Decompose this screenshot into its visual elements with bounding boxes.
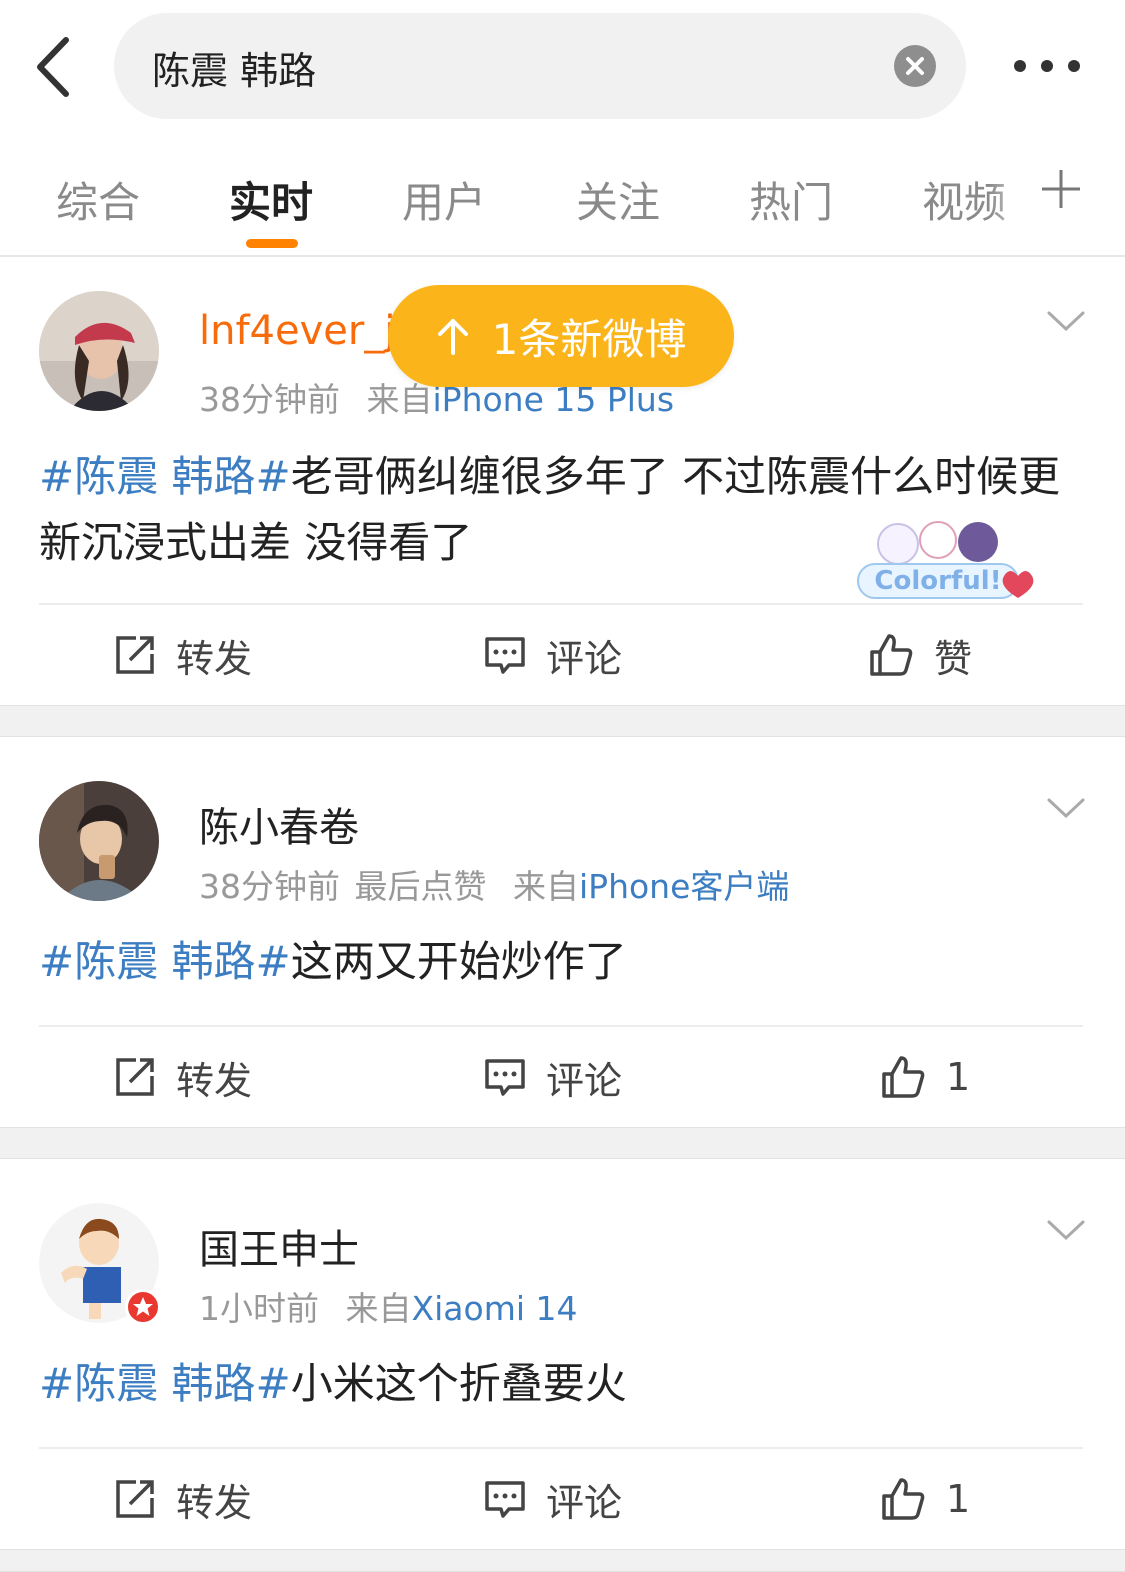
tab-general[interactable]: 综合 <box>56 169 140 230</box>
comment-icon <box>485 637 525 674</box>
chevron-down-icon <box>1047 1220 1085 1241</box>
post-content[interactable]: #陈震 韩路#老哥俩纠缠很多年了 不过陈震什么时候更新沉浸式出差 没得看了 <box>39 444 1089 576</box>
chevron-left-icon <box>37 37 69 97</box>
tab-users[interactable]: 用户 <box>402 169 486 230</box>
like-count: 1 <box>946 1477 971 1521</box>
post-extra: 最后点赞 <box>354 867 487 906</box>
search-bar[interactable]: 陈震 韩路 <box>114 13 966 119</box>
post-content[interactable]: #陈震 韩路#这两又开始炒作了 <box>39 929 1089 995</box>
post-time: 38分钟前 <box>199 380 340 419</box>
new-posts-label: 1条新微博 <box>491 314 687 364</box>
back-button[interactable] <box>30 34 86 100</box>
repost-button[interactable]: 转发 <box>114 605 252 705</box>
new-posts-button[interactable]: 1条新微博 <box>388 285 734 387</box>
comment-icon <box>485 1059 525 1096</box>
like-count: 1 <box>946 1055 971 1099</box>
topic-link[interactable]: #陈震 韩路# <box>39 937 291 986</box>
topic-link[interactable]: #陈震 韩路# <box>39 452 291 501</box>
section-gap <box>0 705 1125 737</box>
avatar-image <box>39 291 159 411</box>
avatar[interactable] <box>39 291 159 411</box>
repost-button[interactable]: 转发 <box>114 1449 252 1549</box>
post-time: 38分钟前 <box>199 867 340 906</box>
tab-realtime[interactable]: 实时 <box>229 169 313 230</box>
tab-following[interactable]: 关注 <box>576 169 660 230</box>
like-button[interactable]: 1 <box>880 1449 970 1549</box>
post-content[interactable]: #陈震 韩路#小米这个折叠要火 <box>39 1351 1089 1417</box>
post-source[interactable]: iPhone客户端 <box>579 867 789 906</box>
post-menu-button[interactable] <box>1046 1217 1086 1243</box>
repost-button[interactable]: 转发 <box>114 1027 252 1127</box>
username[interactable]: lnf4ever_j <box>199 308 395 354</box>
post-time: 1小时前 <box>199 1289 319 1328</box>
section-gap <box>0 1127 1125 1159</box>
post-source[interactable]: Xiaomi 14 <box>412 1289 578 1328</box>
thumbs-up-icon <box>870 634 913 676</box>
clear-search-button[interactable] <box>894 45 936 87</box>
source-prefix: 来自 <box>513 867 579 906</box>
tab-hot[interactable]: 热门 <box>749 169 833 230</box>
username[interactable]: 国王申士 <box>199 1217 359 1275</box>
source-prefix: 来自 <box>366 380 433 419</box>
comment-button[interactable]: 评论 <box>484 605 622 705</box>
username[interactable]: 陈小春卷 <box>199 795 359 853</box>
post-actions: 转发 评论 赞 <box>0 605 1125 705</box>
tab-bar: 综合 实时 用户 关注 热门 视频 <box>0 135 1125 257</box>
post-text: 小米这个折叠要火 <box>290 1359 627 1408</box>
comment-button[interactable]: 评论 <box>484 1027 622 1127</box>
active-tab-indicator <box>246 239 298 248</box>
like-button[interactable]: 1 <box>880 1027 970 1127</box>
add-tab-button[interactable] <box>1040 168 1082 210</box>
source-prefix: 来自 <box>345 1289 412 1328</box>
like-button[interactable]: 赞 <box>868 605 972 705</box>
repost-icon <box>116 636 154 674</box>
topic-link[interactable]: #陈震 韩路# <box>39 1359 291 1408</box>
section-gap <box>0 1549 1125 1572</box>
repost-icon <box>116 1480 154 1518</box>
close-icon <box>906 57 924 75</box>
post-actions: 转发 评论 1 <box>0 1449 1125 1549</box>
avatar[interactable] <box>39 781 159 901</box>
top-bar: 陈震 韩路 <box>0 0 1125 135</box>
avatar-image <box>39 781 159 901</box>
post-text: 这两又开始炒作了 <box>290 937 627 986</box>
post-meta: 1小时前 来自Xiaomi 14 <box>199 1282 577 1330</box>
chevron-down-icon <box>1047 798 1085 819</box>
arrow-up-icon <box>437 319 468 355</box>
post-card: 国王申士 1小时前 来自Xiaomi 14 #陈震 韩路#小米这个折叠要火 转发… <box>0 1159 1125 1549</box>
more-dots-icon <box>1014 60 1026 72</box>
repost-icon <box>116 1058 154 1096</box>
plus-icon <box>1042 170 1080 208</box>
post-menu-button[interactable] <box>1046 795 1086 821</box>
more-options-button[interactable] <box>1008 48 1088 88</box>
post-card: 陈小春卷 38分钟前 最后点赞 来自iPhone客户端 #陈震 韩路#这两又开始… <box>0 737 1125 1127</box>
comment-button[interactable]: 评论 <box>484 1449 622 1549</box>
thumbs-up-icon <box>882 1056 925 1098</box>
verified-badge-icon <box>125 1289 161 1325</box>
comment-icon <box>485 1481 525 1518</box>
search-input[interactable]: 陈震 韩路 <box>152 40 316 95</box>
chevron-down-icon <box>1047 311 1085 332</box>
post-meta: 38分钟前 最后点赞 来自iPhone客户端 <box>199 860 789 908</box>
post-menu-button[interactable] <box>1046 308 1086 334</box>
post-actions: 转发 评论 1 <box>0 1027 1125 1127</box>
avatar[interactable] <box>39 1203 161 1325</box>
thumbs-up-icon <box>882 1478 925 1520</box>
